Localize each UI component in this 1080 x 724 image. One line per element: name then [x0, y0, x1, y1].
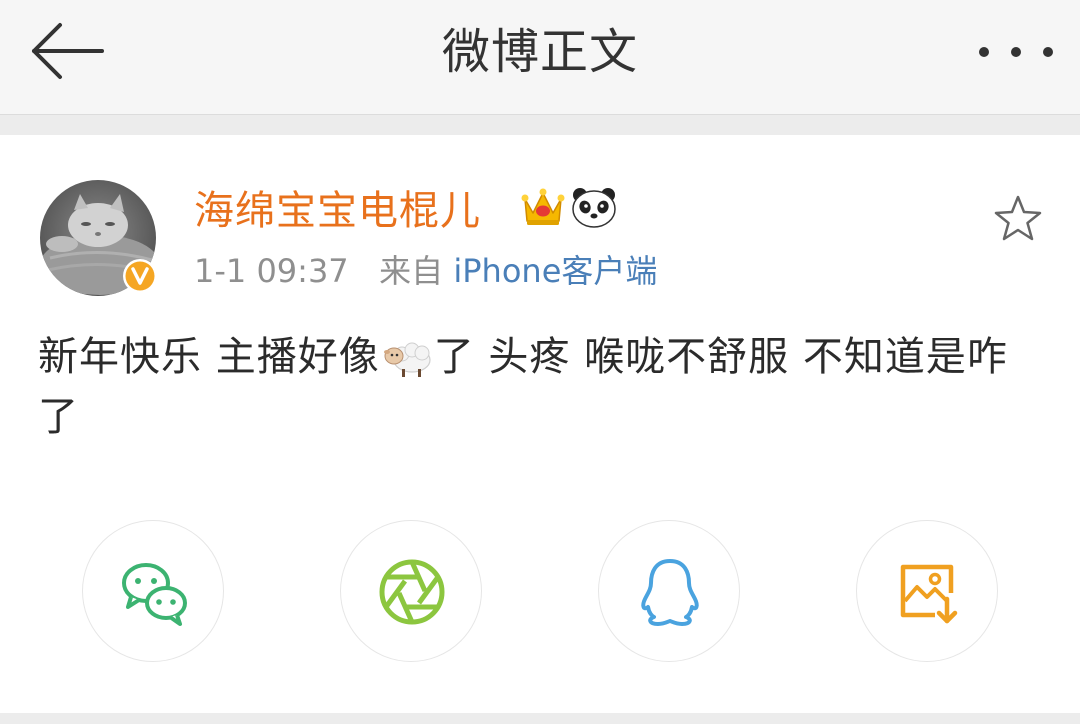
moments-shutter-icon	[379, 559, 445, 625]
source-link[interactable]: iPhone客户端	[453, 252, 657, 290]
share-wechat-button[interactable]	[82, 520, 224, 662]
sheep-emoji	[383, 342, 431, 377]
top-navigation-bar: 微博正文	[0, 0, 1080, 115]
qq-icon	[641, 559, 699, 626]
post-meta: 1-1 09:37 来自 iPhone客户端	[194, 250, 657, 292]
v-verified-icon	[123, 259, 157, 293]
save-image-icon	[900, 564, 958, 624]
favorite-button[interactable]	[990, 191, 1046, 247]
post-text-part1: 新年快乐 主播好像	[38, 334, 380, 380]
share-moments-button[interactable]	[340, 520, 482, 662]
section-divider	[0, 115, 1080, 135]
post-card: 海绵宝宝电棍儿 1-1 09:37 来自 iPhone客户端 新年快乐 主播好像	[0, 135, 1080, 713]
more-dots-icon	[979, 47, 1053, 57]
author-avatar[interactable]	[40, 180, 158, 298]
save-image-button[interactable]	[856, 520, 998, 662]
star-outline-icon	[994, 195, 1042, 241]
crown-icon	[521, 188, 565, 225]
source-prefix: 来自	[379, 252, 444, 290]
share-qq-button[interactable]	[598, 520, 740, 662]
post-content: 新年快乐 主播好像 了 头疼 喉咙不舒服 不知道是咋了	[38, 327, 1048, 447]
panda-icon	[572, 188, 616, 228]
author-name[interactable]: 海绵宝宝电棍儿	[194, 185, 481, 237]
page-title: 微博正文	[441, 24, 638, 80]
post-time: 1-1 09:37	[194, 252, 349, 290]
more-options-button[interactable]	[968, 28, 1064, 76]
wechat-icon	[122, 563, 187, 626]
bottom-divider	[0, 713, 1080, 724]
